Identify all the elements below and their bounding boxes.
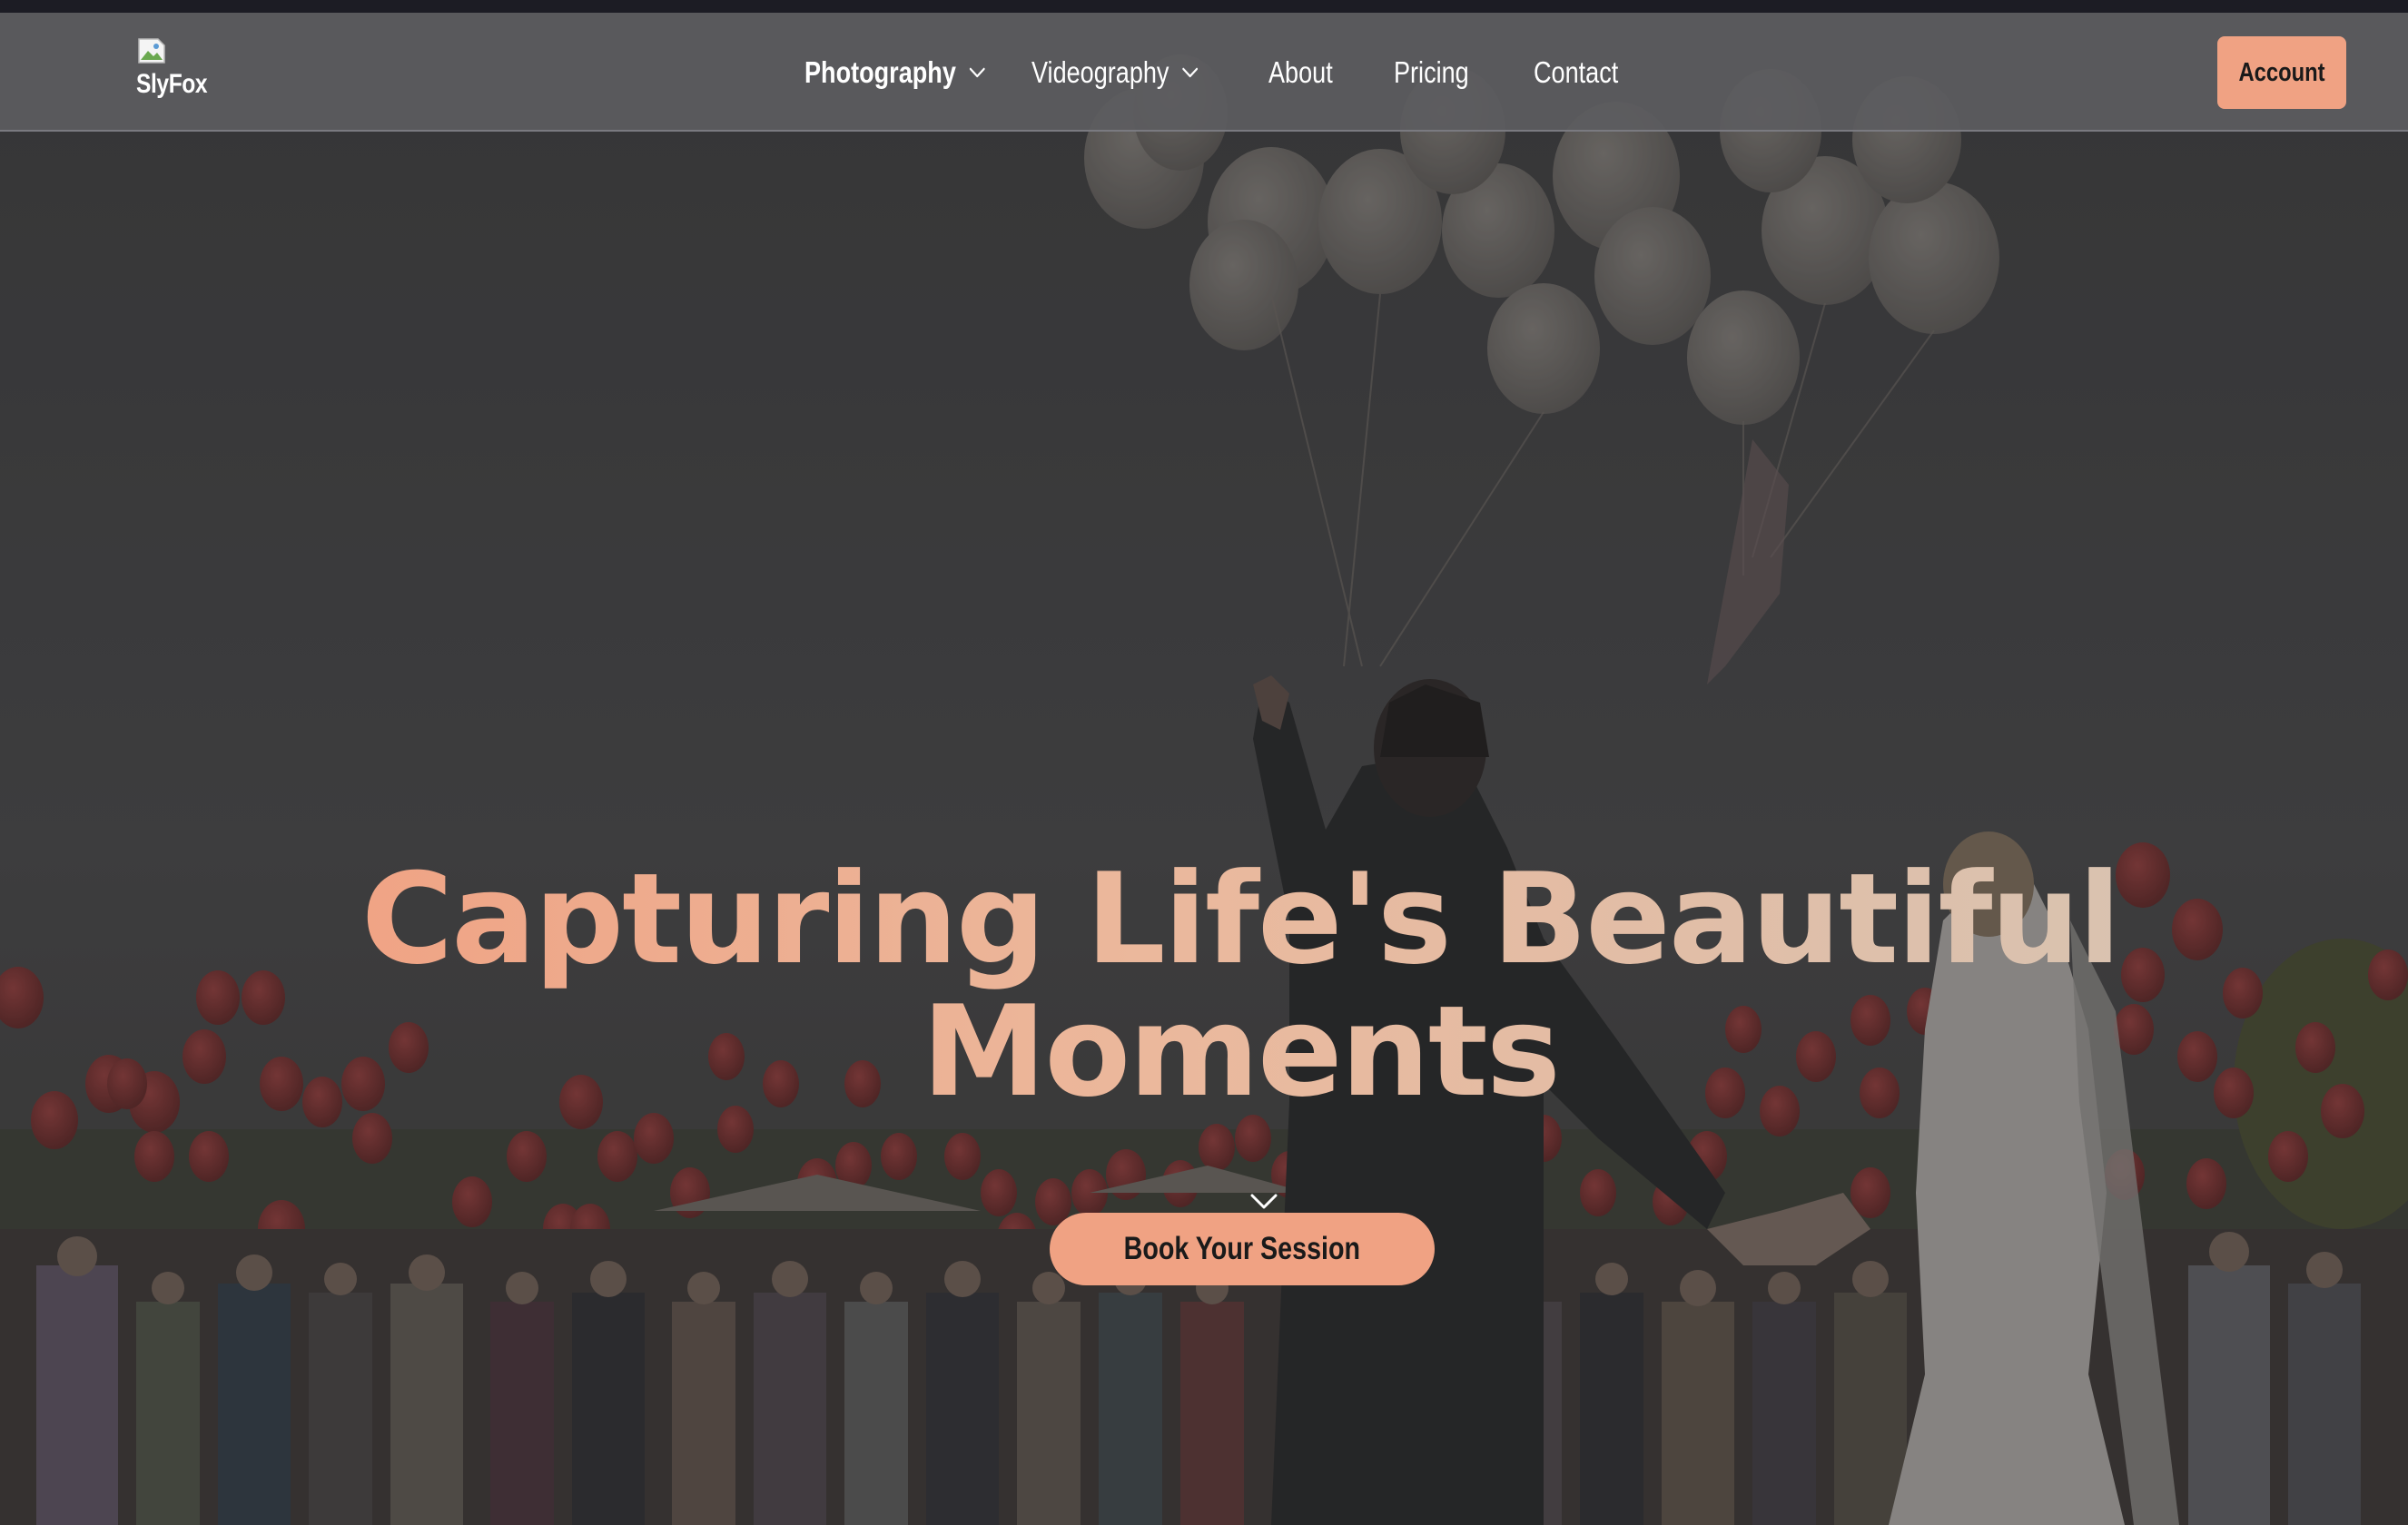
account-button-label: Account xyxy=(2238,57,2325,87)
landing-page: SlyFox Photography Videography About Pri… xyxy=(0,0,2408,1525)
chevron-down-icon xyxy=(969,67,985,77)
nav-contact[interactable]: Contact xyxy=(1534,13,1618,132)
book-session-label: Book Your Session xyxy=(1123,1231,1361,1266)
top-navbar: SlyFox Photography Videography About Pri… xyxy=(0,13,2408,132)
nav-photography-label: Photography xyxy=(804,54,956,89)
nav-videography-label: Videography xyxy=(1031,54,1169,89)
nav-about[interactable]: About xyxy=(1268,13,1333,132)
book-session-button[interactable]: Book Your Session xyxy=(1050,1213,1435,1285)
nav-videography[interactable]: Videography xyxy=(1031,13,1199,132)
browser-top-strip xyxy=(0,0,2408,13)
chevron-down-icon xyxy=(1182,67,1198,77)
chevron-down-icon[interactable] xyxy=(1249,1193,1278,1211)
nav-contact-label: Contact xyxy=(1534,54,1619,89)
main-nav: Photography Videography About Pricing Co… xyxy=(0,13,2408,132)
nav-pricing-label: Pricing xyxy=(1394,54,1469,89)
hero-title: Capturing Life's Beautiful Moments xyxy=(296,853,2185,1118)
hero-background-image xyxy=(0,13,2408,1525)
nav-pricing[interactable]: Pricing xyxy=(1394,13,1469,132)
account-button[interactable]: Account xyxy=(2217,36,2346,109)
nav-photography[interactable]: Photography xyxy=(804,13,986,132)
nav-about-label: About xyxy=(1268,54,1333,89)
